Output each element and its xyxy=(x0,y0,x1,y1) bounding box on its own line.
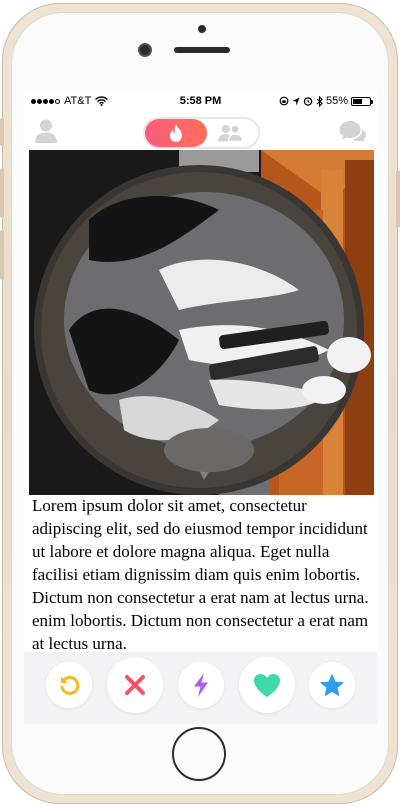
front-camera xyxy=(138,43,152,57)
star-icon xyxy=(320,673,344,696)
profile-card[interactable]: Lorem ipsum dolor sit amet, consectetur … xyxy=(29,150,374,653)
battery-percent: 55% xyxy=(325,95,348,107)
mute-switch xyxy=(0,118,4,146)
screen: AT&T 5:58 PM 55% Lorem ipsum dolor sit a… xyxy=(24,92,377,724)
bluetooth-icon xyxy=(316,95,323,107)
profile-icon[interactable] xyxy=(34,118,58,144)
super-like-button[interactable] xyxy=(309,662,355,708)
heart-icon xyxy=(254,673,280,697)
rewind-button[interactable] xyxy=(46,662,92,708)
boost-button[interactable] xyxy=(178,662,224,708)
lightning-icon xyxy=(194,673,208,697)
action-bar xyxy=(24,652,377,724)
status-right: 55% xyxy=(279,95,373,107)
volume-down-button xyxy=(0,230,4,280)
rotation-lock-icon xyxy=(279,96,289,106)
close-icon xyxy=(125,675,145,695)
volume-up-button xyxy=(0,168,4,218)
cat-photo xyxy=(29,150,374,495)
toggle-discover[interactable] xyxy=(145,119,207,147)
battery-level xyxy=(353,98,362,104)
rewind-icon xyxy=(60,676,80,695)
flame-icon xyxy=(170,124,182,142)
power-button xyxy=(396,170,400,228)
profile-bio: Lorem ipsum dolor sit amet, consectetur … xyxy=(32,496,369,653)
people-icon[interactable] xyxy=(216,124,244,142)
cat-photo-image xyxy=(29,150,374,495)
location-icon xyxy=(292,97,300,105)
mode-toggle[interactable] xyxy=(143,117,260,149)
battery-icon xyxy=(351,96,373,106)
home-button[interactable] xyxy=(172,727,226,781)
chat-bubbles-icon[interactable] xyxy=(339,120,367,144)
alarm-icon xyxy=(303,97,313,106)
status-bar: AT&T 5:58 PM 55% xyxy=(24,92,377,112)
proximity-sensor xyxy=(198,25,206,33)
earpiece-speaker xyxy=(174,47,230,53)
like-button[interactable] xyxy=(239,657,295,713)
app-header xyxy=(24,112,377,152)
nope-button[interactable] xyxy=(107,657,163,713)
